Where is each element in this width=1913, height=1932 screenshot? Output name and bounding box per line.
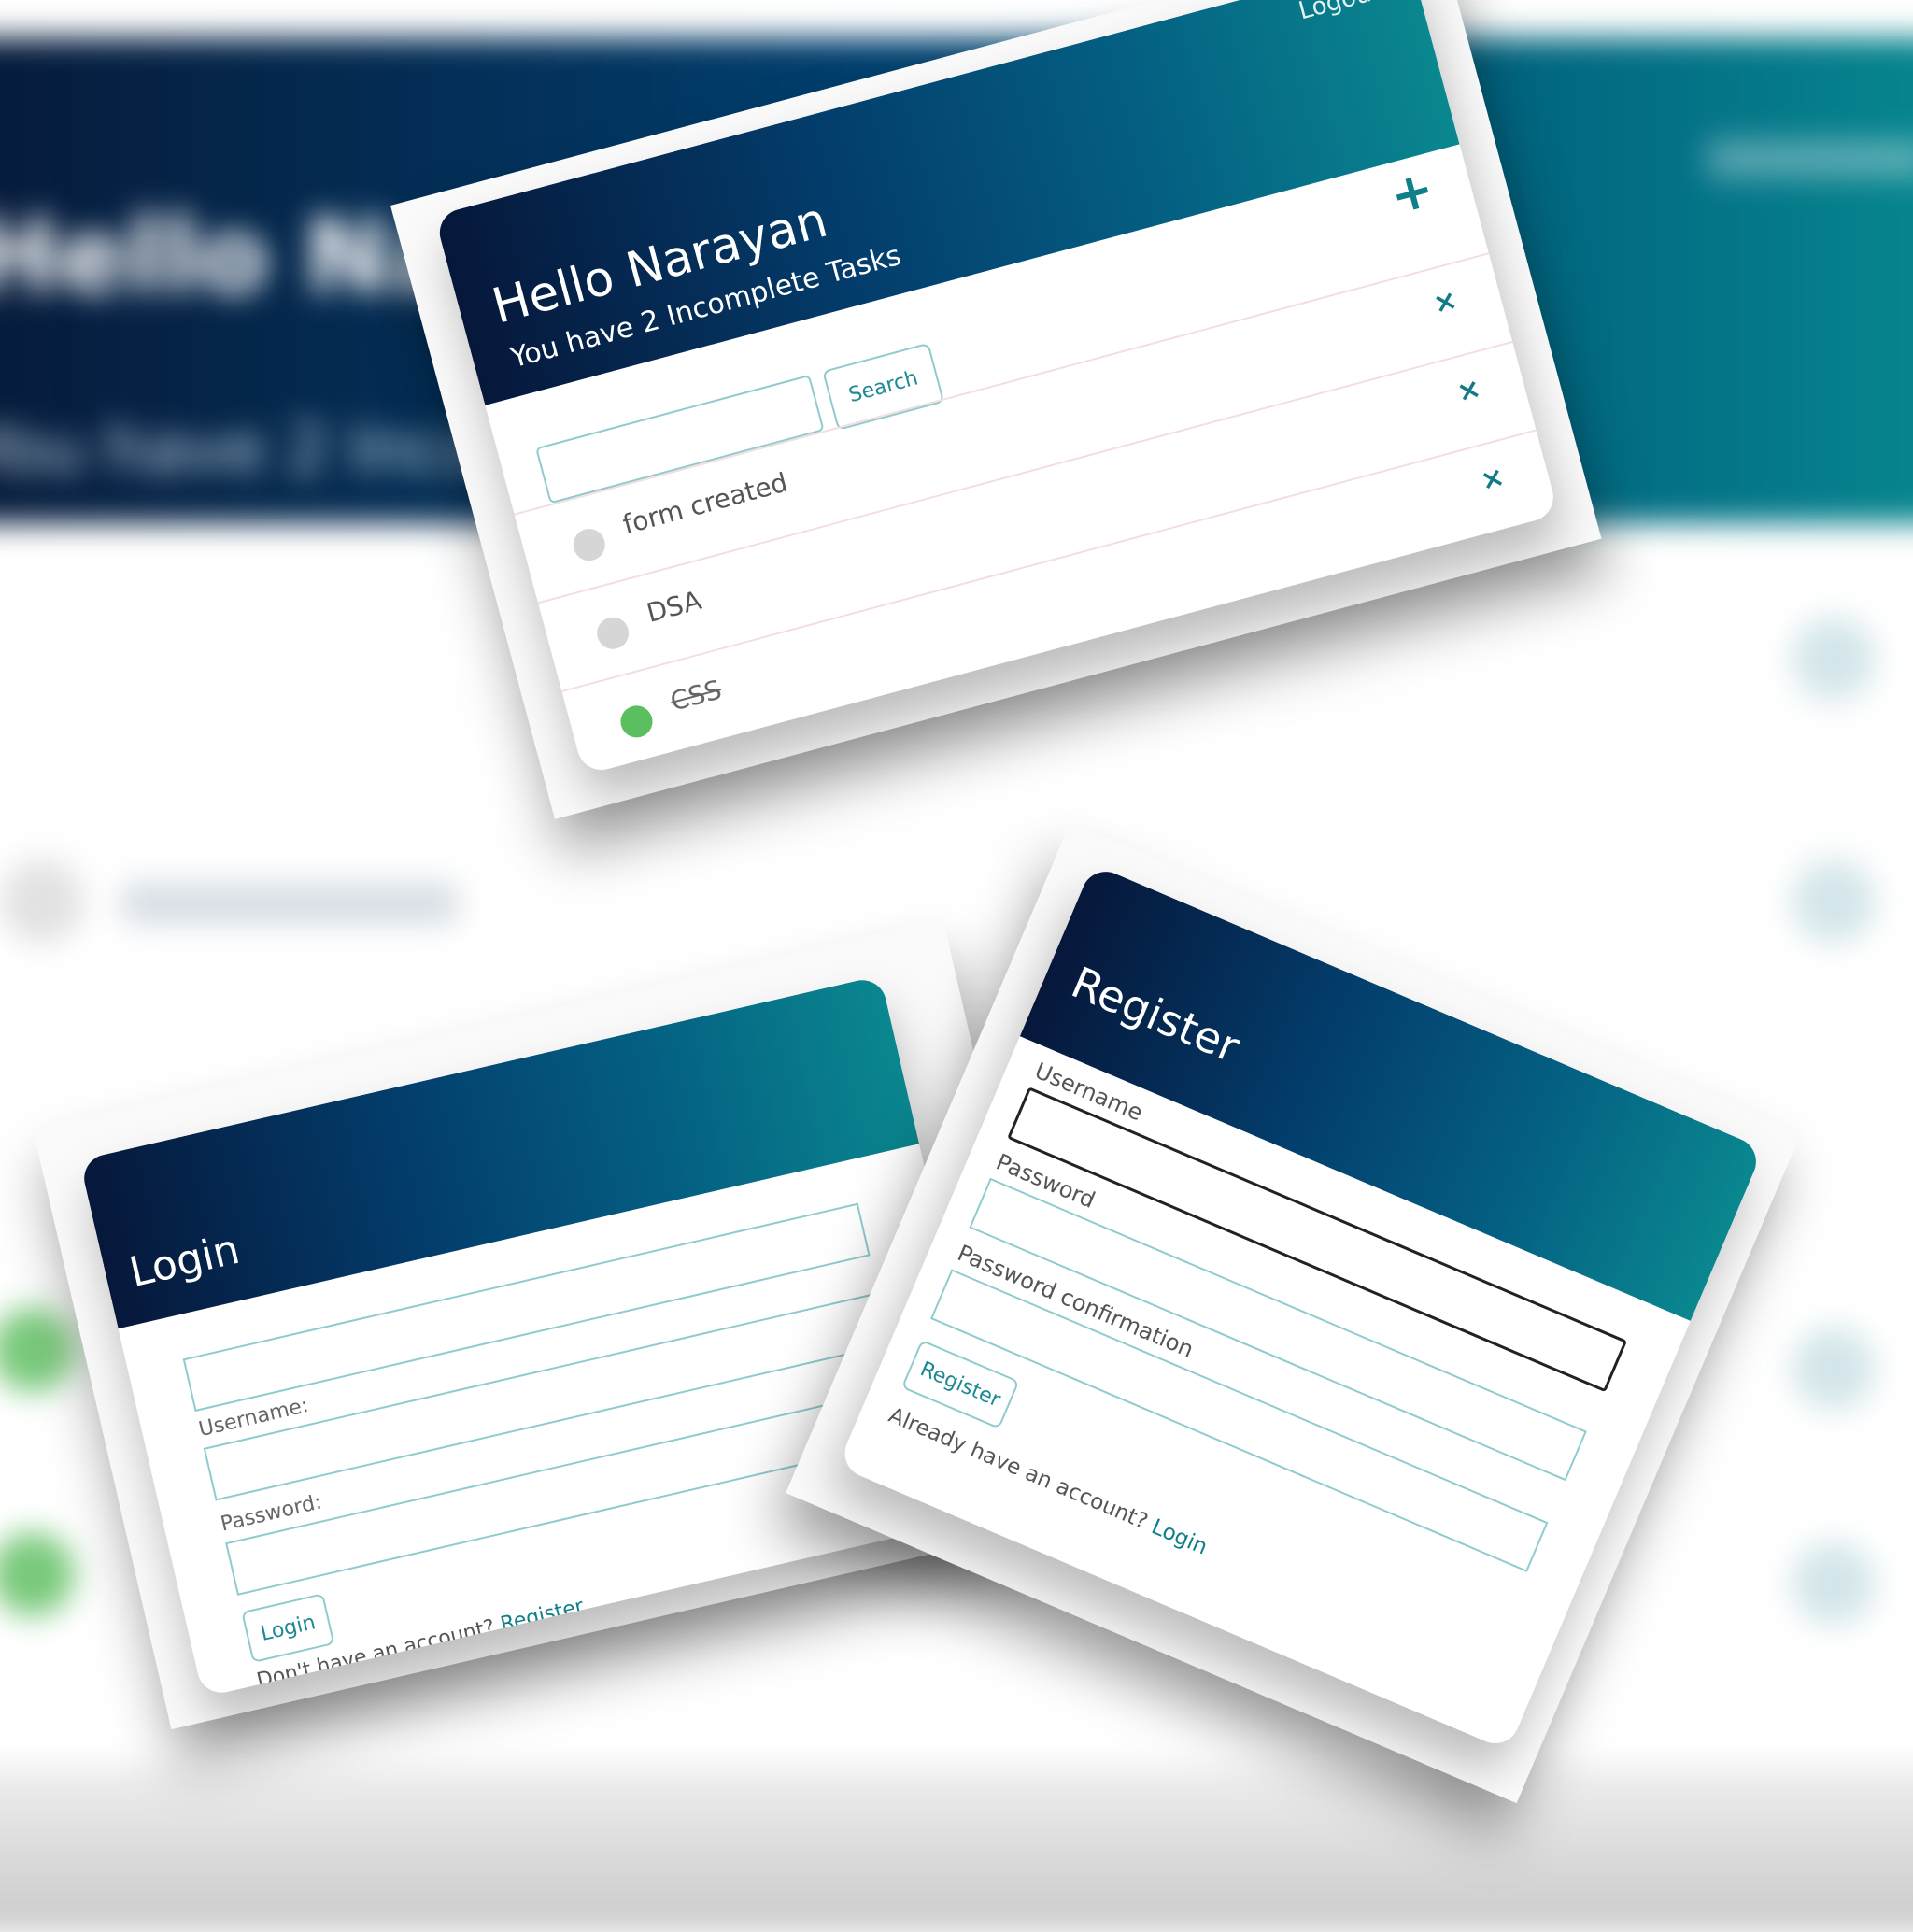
task-status-toggle[interactable] [616,702,657,742]
background-logout [1708,140,1913,178]
background-delete-icon [1792,617,1876,701]
background-bottom [0,1764,1913,1932]
login-button[interactable]: Login [241,1593,335,1663]
background-status-dot [0,859,84,944]
login-title: Login [124,1225,245,1298]
task-title: DSA [643,584,705,629]
delete-icon[interactable]: × [1430,283,1461,320]
background-status-dot [0,1532,75,1616]
task-title: CSS [667,674,725,717]
background-row-divider [0,841,1913,843]
add-task-icon[interactable]: + [1384,159,1440,227]
register-title: Register [1064,957,1247,1073]
background-status-dot [0,1308,75,1392]
background-delete-icon [1792,1541,1876,1626]
task-status-toggle[interactable] [569,525,609,564]
background-task-text [121,883,458,924]
delete-icon[interactable]: × [1453,372,1484,409]
task-title: form created [619,466,791,541]
background-delete-icon [1792,1327,1876,1411]
delete-icon[interactable]: × [1477,461,1508,498]
task-status-toggle[interactable] [593,613,632,653]
login-link[interactable]: Login [1148,1514,1211,1559]
background-delete-icon [1792,859,1876,944]
logout-link[interactable]: Logout [1296,0,1383,25]
